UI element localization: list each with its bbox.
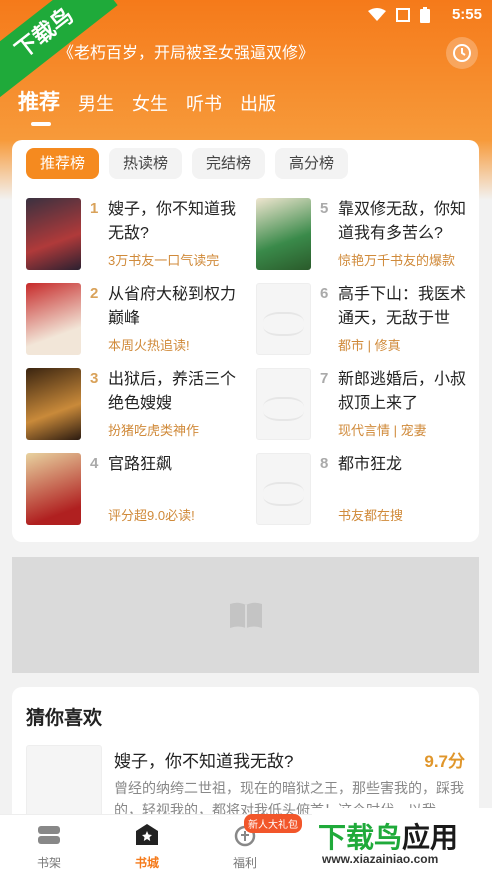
book-cover xyxy=(26,198,81,270)
book-title: 出狱后，养活三个绝色嫂嫂 xyxy=(108,371,237,412)
nav-bookstore[interactable]: 书城 xyxy=(112,823,182,871)
rank-tab-hot[interactable]: 热读榜 xyxy=(109,148,183,179)
clock-icon xyxy=(453,44,471,62)
category-tabs: 推荐 男生 女生 听书 出版 xyxy=(18,86,276,116)
book-title: 官路狂飙 xyxy=(108,456,173,473)
book-rank: 7 xyxy=(320,370,329,387)
book-subtitle: 评分超9.0必读! xyxy=(108,508,195,523)
search-bar[interactable]: 《老朽百岁，开局被圣女强逼双修》 xyxy=(30,38,450,70)
watermark-url: www.xiazainiao.com xyxy=(322,852,439,866)
book-subtitle: 书友都在搜 xyxy=(338,508,404,523)
rank-tab-complete[interactable]: 完结榜 xyxy=(192,148,266,179)
history-button[interactable] xyxy=(446,37,478,69)
ranking-tabs: 推荐榜 热读榜 完结榜 高分榜 xyxy=(26,148,349,179)
book-score: 9.7分 xyxy=(424,752,465,771)
active-tab-indicator xyxy=(31,122,51,126)
tab-publish[interactable]: 出版 xyxy=(240,90,276,116)
tab-male[interactable]: 男生 xyxy=(78,90,114,116)
book-cover xyxy=(26,283,81,355)
tab-female[interactable]: 女生 xyxy=(132,90,168,116)
book-rank: 3 xyxy=(90,370,99,387)
book-cover xyxy=(26,368,81,440)
nav-bookshelf[interactable]: 书架 xyxy=(14,823,84,871)
new-user-gift-badge: 新人大礼包 xyxy=(244,814,302,833)
book-subtitle: 扮猪吃虎类神作 xyxy=(108,423,200,438)
store-star-icon xyxy=(136,824,158,845)
book-subtitle: 都市 | 修真 xyxy=(338,338,401,353)
book-title: 从省府大秘到权力巅峰 xyxy=(108,286,237,327)
tab-audio[interactable]: 听书 xyxy=(186,90,222,116)
nav-label: 书城 xyxy=(134,856,159,870)
book-item[interactable]: 3 出狱后，养活三个绝色嫂嫂 扮猪吃虎类神作 xyxy=(26,368,246,448)
book-item[interactable]: 2 从省府大秘到权力巅峰 本周火热追读! xyxy=(26,283,246,363)
book-cover xyxy=(26,453,81,525)
rank-tab-score[interactable]: 高分榜 xyxy=(275,148,349,179)
book-rank: 4 xyxy=(90,455,99,472)
book-item[interactable]: 6 高手下山：我医术通天，无敌于世 都市 | 修真 xyxy=(256,283,476,363)
section-title: 猜你喜欢 xyxy=(26,708,103,729)
book-icon xyxy=(229,602,262,628)
book-title: 新郎逃婚后，小叔叔顶上来了 xyxy=(338,371,467,412)
book-item[interactable]: 7 新郎逃婚后，小叔叔顶上来了 现代言情 | 宠妻 xyxy=(256,368,476,448)
watermark-bottom: 下载鸟应用 www.xiazainiao.com xyxy=(312,808,492,874)
book-subtitle: 惊艳万千书友的爆款 xyxy=(338,253,456,268)
book-cover-placeholder xyxy=(256,283,311,355)
tab-recommend[interactable]: 推荐 xyxy=(18,86,60,116)
book-rank: 2 xyxy=(90,285,99,302)
battery-icon xyxy=(420,7,430,23)
wifi-icon xyxy=(368,8,386,21)
book-title: 靠双修无敌，你知道我有多苦么? xyxy=(338,201,467,242)
search-text: 《老朽百岁，开局被圣女强逼双修》 xyxy=(58,45,315,62)
nav-label: 书架 xyxy=(36,856,61,870)
signal-icon xyxy=(396,8,410,22)
book-subtitle: 现代言情 | 宠妻 xyxy=(338,423,427,438)
book-title: 都市狂龙 xyxy=(338,456,403,473)
guess-you-like-card: 猜你喜欢 嫂子，你不知道我无敌? 9.7分 曾经的纳绔二世祖，现在的暗狱之王，那… xyxy=(12,687,479,827)
book-rank: 5 xyxy=(320,200,329,217)
status-time: 5:55 xyxy=(451,6,482,23)
book-cover-placeholder xyxy=(256,453,311,525)
book-item[interactable]: 4 官路狂飙 评分超9.0必读! xyxy=(26,453,246,533)
status-icons xyxy=(368,7,430,23)
banner-placeholder[interactable] xyxy=(12,557,479,673)
watermark-brand-b: 应用 xyxy=(402,821,459,854)
watermark-brand-a: 下载鸟 xyxy=(318,821,403,854)
nav-label: 福利 xyxy=(232,856,257,870)
book-rank: 1 xyxy=(90,200,99,217)
book-subtitle: 本周火热追读! xyxy=(108,338,190,353)
book-cover xyxy=(256,198,311,270)
book-title[interactable]: 嫂子，你不知道我无敌? xyxy=(114,747,293,772)
book-subtitle: 3万书友一口气读完 xyxy=(108,253,220,268)
watermark-brand: 下载鸟应用 xyxy=(318,816,458,856)
book-item[interactable]: 5 靠双修无敌，你知道我有多苦么? 惊艳万千书友的爆款 xyxy=(256,198,476,278)
rank-tab-recommend[interactable]: 推荐榜 xyxy=(26,148,100,179)
book-title: 高手下山：我医术通天，无敌于世 xyxy=(338,286,467,327)
book-item[interactable]: 1 嫂子，你不知道我无敌? 3万书友一口气读完 xyxy=(26,198,246,278)
book-rank: 6 xyxy=(320,285,329,302)
book-item[interactable]: 8 都市狂龙 书友都在搜 xyxy=(256,453,476,533)
book-title: 嫂子，你不知道我无敌? xyxy=(108,201,237,242)
bookshelf-icon xyxy=(38,826,60,844)
book-cover-placeholder xyxy=(256,368,311,440)
book-rank: 8 xyxy=(320,455,329,472)
ranking-card: 推荐榜 热读榜 完结榜 高分榜 1 嫂子，你不知道我无敌? 3万书友一口气读完 … xyxy=(12,140,479,542)
